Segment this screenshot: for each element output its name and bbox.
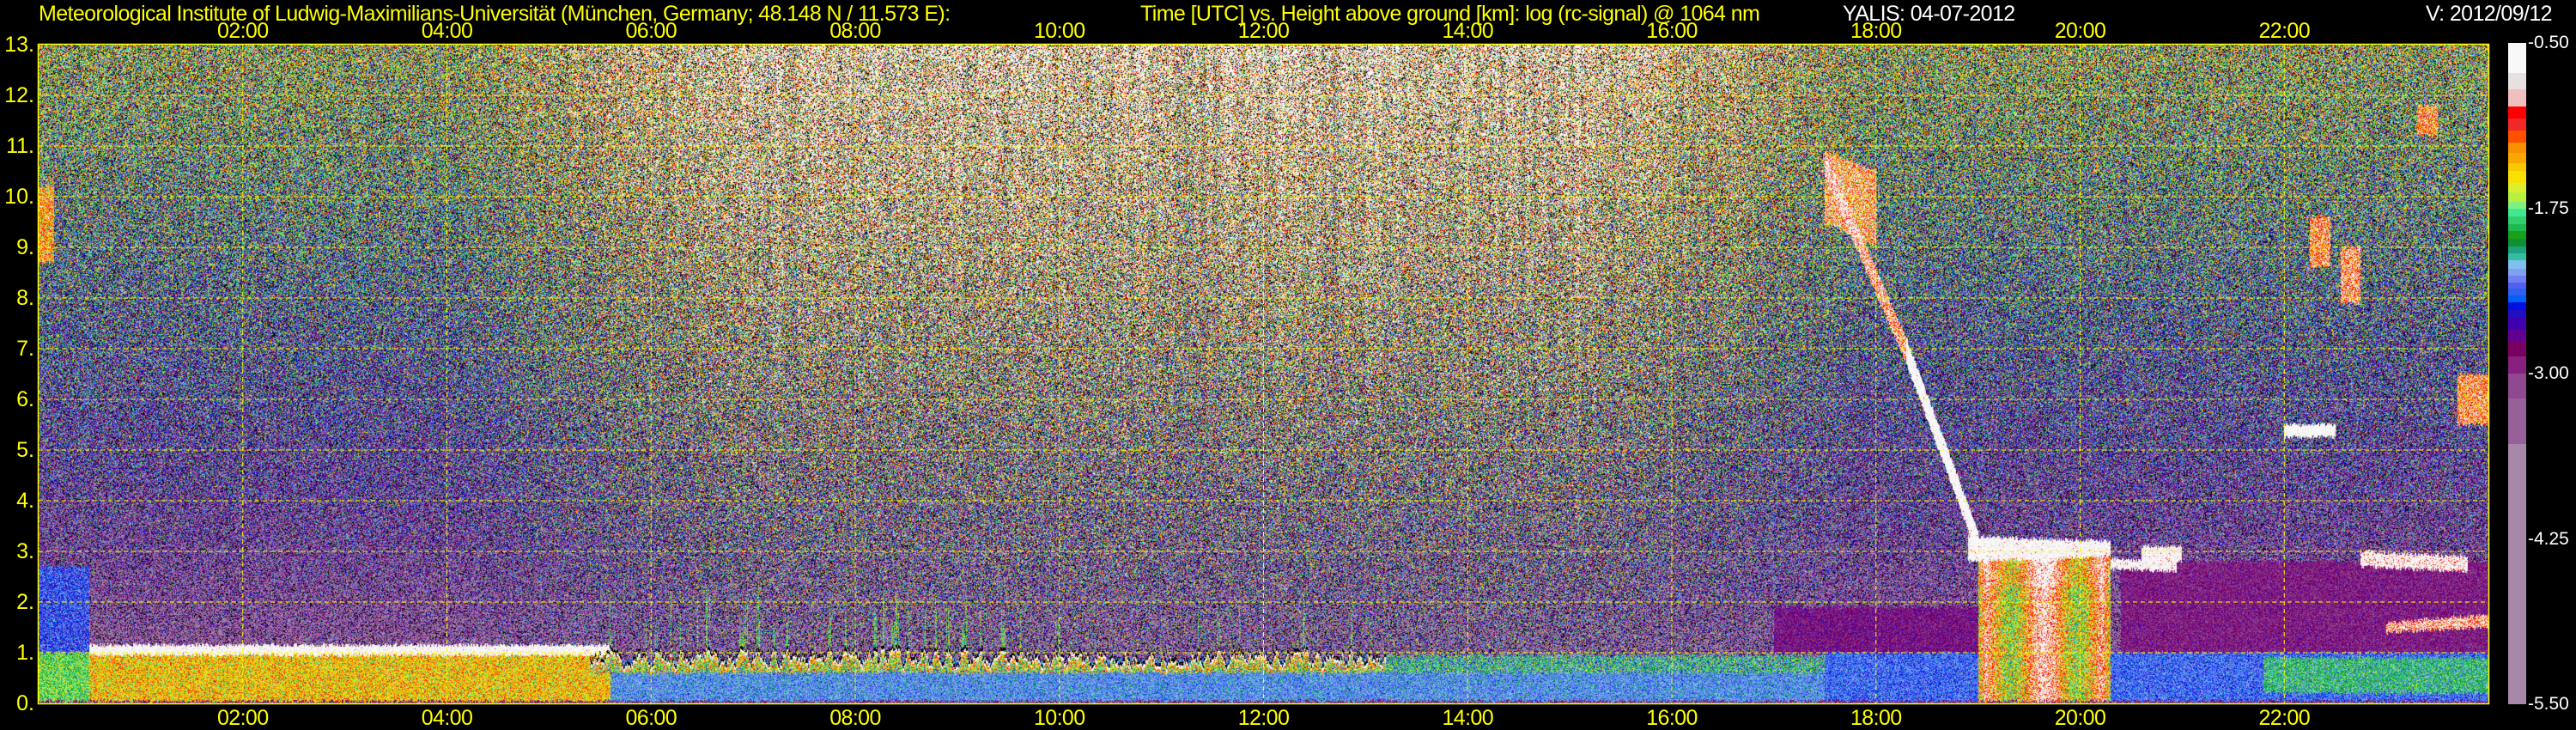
x-tick-label-top: 12:00 — [1237, 19, 1290, 43]
colorbar-segment — [2508, 183, 2526, 193]
colorbar-segment — [2508, 106, 2526, 119]
colorbar-segment — [2508, 398, 2526, 445]
x-tick-label-top: 08:00 — [829, 19, 881, 43]
colorbar-segment — [2508, 73, 2526, 90]
colorbar-tick-label: -4.25 — [2528, 528, 2569, 549]
x-tick-label-bottom: 10:00 — [1033, 706, 1085, 730]
x-tick-label-bottom: 14:00 — [1442, 706, 1494, 730]
x-tick-label-top: 16:00 — [1646, 19, 1698, 43]
colorbar-tick-label: -1.75 — [2528, 198, 2569, 218]
colorbar-tick-label: -5.50 — [2528, 694, 2569, 714]
colorbar-segment — [2508, 171, 2526, 184]
colorbar-segment — [2508, 152, 2526, 164]
y-tick-label: 0. — [16, 691, 34, 715]
x-tick-label-top: 20:00 — [2054, 19, 2106, 43]
x-tick-label-top: 02:00 — [216, 19, 269, 43]
colorbar-segment — [2508, 443, 2526, 705]
colorbar-segment — [2508, 259, 2526, 270]
colorbar-segment — [2508, 374, 2526, 399]
colorbar-segment — [2508, 130, 2526, 143]
x-tick-label-bottom: 22:00 — [2258, 706, 2311, 730]
x-tick-label-top: 10:00 — [1033, 19, 1085, 43]
x-tick-label-top: 22:00 — [2258, 19, 2311, 43]
y-tick-label: 8. — [16, 286, 34, 310]
x-tick-label-bottom: 04:00 — [421, 706, 473, 730]
x-tick-label-top: 04:00 — [421, 19, 473, 43]
y-tick-label: 10. — [4, 185, 34, 209]
x-tick-label-bottom: 02:00 — [216, 706, 269, 730]
x-tick-label-bottom: 12:00 — [1237, 706, 1290, 730]
colorbar-segment — [2508, 356, 2526, 374]
colorbar-segment — [2508, 142, 2526, 154]
x-tick-label-bottom: 18:00 — [1850, 706, 1902, 730]
y-tick-label: 1. — [16, 641, 34, 665]
colorbar-segment — [2508, 340, 2526, 357]
colorbar-segment — [2508, 43, 2526, 74]
y-tick-label: 7. — [16, 337, 34, 361]
x-tick-label-bottom: 20:00 — [2054, 706, 2106, 730]
x-tick-label-bottom: 16:00 — [1646, 706, 1698, 730]
colorbar-segment — [2508, 118, 2526, 131]
colorbar-segment — [2508, 330, 2526, 341]
colorbar-segment — [2508, 192, 2526, 203]
x-tick-label-top: 14:00 — [1442, 19, 1494, 43]
colorbar-tick-label: -3.00 — [2528, 363, 2569, 383]
y-tick-label: 11. — [6, 134, 34, 158]
colorbar-tick-label: -0.50 — [2528, 33, 2569, 52]
y-tick-label: 4. — [16, 489, 34, 513]
x-tick-label-bottom: 06:00 — [625, 706, 677, 730]
y-tick-label: 12. — [4, 83, 34, 107]
x-tick-label-top: 18:00 — [1850, 19, 1902, 43]
y-tick-label: 2. — [16, 590, 34, 614]
colorbar-segment — [2508, 318, 2526, 331]
y-tick-label: 5. — [16, 438, 34, 462]
y-tick-label: 13. — [4, 33, 34, 57]
x-tick-label-bottom: 08:00 — [829, 706, 881, 730]
colorbar-segment — [2508, 88, 2526, 107]
y-tick-label: 9. — [16, 235, 34, 259]
x-tick-label-top: 06:00 — [625, 19, 677, 43]
y-tick-label: 3. — [16, 539, 34, 563]
plot-grid-overlay — [37, 43, 2490, 705]
y-tick-label: 6. — [16, 387, 34, 411]
